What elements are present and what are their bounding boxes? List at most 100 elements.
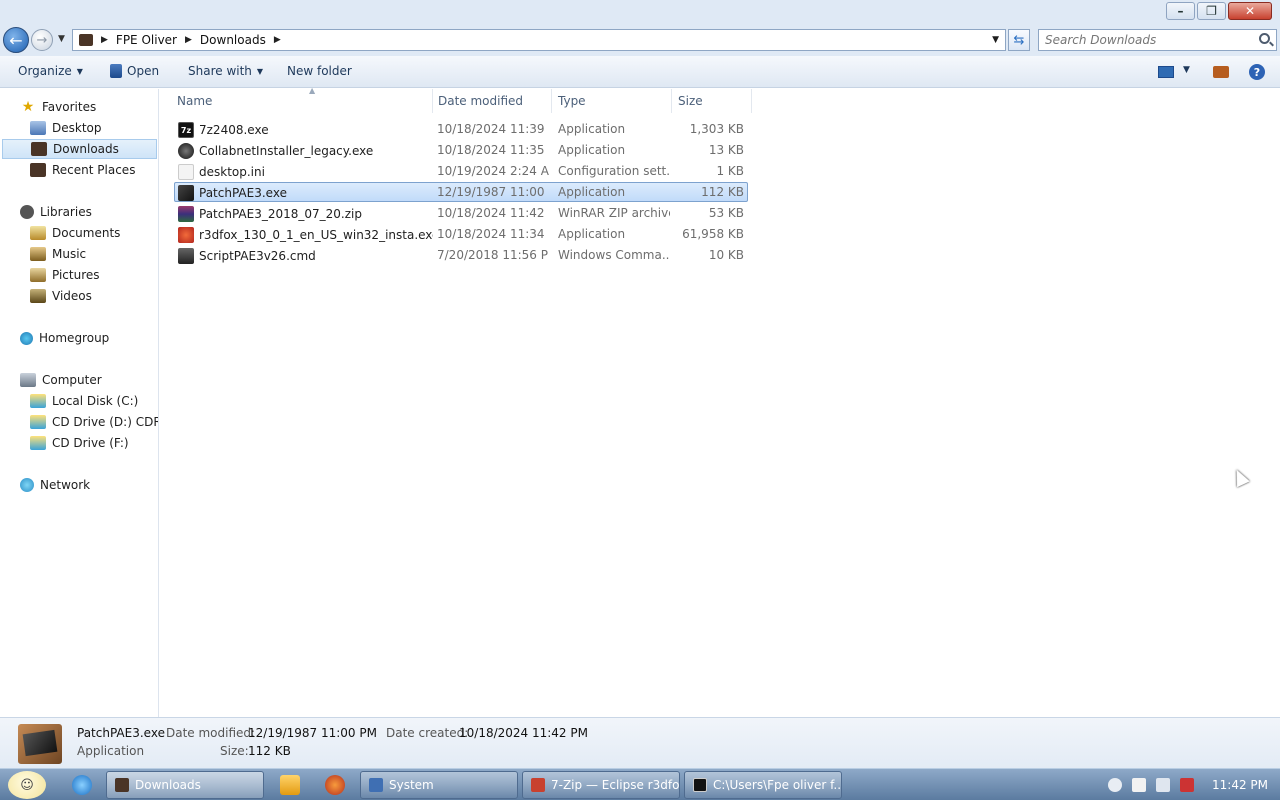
- file-type: Application: [558, 143, 626, 157]
- maximize-button[interactable]: ❐: [1197, 2, 1226, 20]
- new-folder-button[interactable]: New folder: [287, 64, 352, 78]
- breadcrumb-user[interactable]: FPE Oliver: [116, 33, 177, 47]
- column-header-label: Size: [678, 94, 703, 108]
- details-date-modified-label: Date modified:: [166, 726, 256, 740]
- firefox-icon[interactable]: [325, 775, 345, 795]
- sidebar-libraries-label: Libraries: [40, 205, 92, 219]
- open-button[interactable]: Open: [110, 64, 159, 78]
- back-button[interactable]: ←: [3, 27, 29, 53]
- sidebar-item-label: Recent Places: [52, 163, 136, 177]
- close-button[interactable]: ✕: [1228, 2, 1272, 20]
- taskbar-button-downloads[interactable]: Downloads: [106, 771, 264, 799]
- sidebar-network-label: Network: [40, 478, 91, 492]
- explorer-folder-icon: [115, 778, 129, 792]
- chevron-down-icon: ▼: [256, 66, 264, 76]
- file-row[interactable]: PatchPAE3_2018_07_20.zip 10/18/2024 11:4…: [174, 203, 748, 223]
- sidebar-item-recent-places[interactable]: Recent Places: [30, 160, 135, 180]
- sidebar-item-videos[interactable]: Videos: [30, 286, 92, 306]
- help-icon[interactable]: ?: [1249, 64, 1265, 80]
- sidebar-computer-label: Computer: [42, 373, 102, 387]
- action-center-flag-icon[interactable]: [1132, 778, 1146, 792]
- sidebar-item-music[interactable]: Music: [30, 244, 86, 264]
- recent-places-icon: [30, 163, 46, 177]
- column-header-date-modified[interactable]: Date modified: [432, 89, 552, 113]
- sidebar-computer[interactable]: Computer: [20, 370, 102, 390]
- file-thumbnail-icon: [18, 724, 62, 764]
- minimize-button[interactable]: –: [1166, 2, 1195, 20]
- clock[interactable]: 11:42 PM: [1212, 778, 1268, 792]
- sidebar-item-pictures[interactable]: Pictures: [30, 265, 100, 285]
- installer-icon: [178, 143, 194, 159]
- breadcrumb-separator-icon[interactable]: ▶: [274, 35, 281, 45]
- sidebar-item-local-disk-c[interactable]: Local Disk (C:): [30, 391, 138, 411]
- sidebar-item-cd-drive-d[interactable]: CD Drive (D:) CDROM: [30, 412, 158, 432]
- column-header-name[interactable]: Name ▲: [171, 86, 433, 113]
- taskbar-button-system[interactable]: System: [360, 771, 518, 799]
- search-box[interactable]: [1038, 29, 1277, 51]
- file-type: Application: [558, 185, 626, 199]
- file-row[interactable]: desktop.ini 10/19/2024 2:24 AM Configura…: [174, 161, 748, 181]
- network-status-icon[interactable]: [1156, 778, 1170, 792]
- sidebar-item-cd-drive-f[interactable]: CD Drive (F:): [30, 433, 129, 453]
- preview-pane-icon[interactable]: [1213, 66, 1229, 78]
- start-button[interactable]: ☺: [8, 771, 46, 799]
- change-view-icon[interactable]: [1158, 66, 1174, 78]
- file-row[interactable]: r3dfox_130_0_1_en_US_win32_insta.exe 10/…: [174, 224, 748, 244]
- taskbar-button-command-prompt[interactable]: C:\Users\Fpe oliver f...: [684, 771, 842, 799]
- address-bar[interactable]: ▶ FPE Oliver ▶ Downloads ▶ ▼: [72, 29, 1006, 51]
- sidebar-libraries[interactable]: Libraries: [20, 202, 92, 222]
- sidebar-favorites-label: Favorites: [42, 100, 97, 114]
- file-date: 10/18/2024 11:35 ...: [437, 143, 549, 157]
- file-name-cell: 7z 7z2408.exe: [178, 122, 433, 138]
- refresh-button[interactable]: ⇆: [1008, 29, 1030, 51]
- organize-button[interactable]: Organize ▼: [18, 64, 83, 78]
- documents-icon: [30, 226, 46, 240]
- column-header-size[interactable]: Size: [672, 89, 752, 113]
- search-input[interactable]: [1039, 30, 1239, 50]
- internet-explorer-icon[interactable]: [72, 775, 92, 795]
- file-row-selected[interactable]: PatchPAE3.exe 12/19/1987 11:00 ... Appli…: [174, 182, 748, 202]
- column-header-type[interactable]: Type: [552, 89, 672, 113]
- file-row[interactable]: 7z 7z2408.exe 10/18/2024 11:39 ... Applic…: [174, 119, 748, 139]
- volume-muted-icon[interactable]: [1180, 778, 1194, 792]
- details-file-name: PatchPAE3.exe: [77, 726, 165, 740]
- navigation-pane: ★ Favorites Desktop Downloads Recent Pla…: [0, 89, 159, 717]
- file-name: r3dfox_130_0_1_en_US_win32_insta.exe: [199, 228, 433, 242]
- sidebar-item-desktop[interactable]: Desktop: [30, 118, 102, 138]
- breadcrumb-separator-icon[interactable]: ▶: [185, 35, 192, 45]
- computer-icon: [20, 373, 36, 387]
- language-icon[interactable]: [1108, 778, 1122, 792]
- file-name: PatchPAE3.exe: [199, 186, 287, 200]
- r3dfox-icon: [178, 227, 194, 243]
- address-dropdown-icon[interactable]: ▼: [992, 35, 999, 45]
- taskbar-button-label: System: [389, 778, 434, 792]
- r3dfox-icon: [531, 778, 545, 792]
- forward-button[interactable]: →: [31, 29, 53, 51]
- sidebar-network[interactable]: Network: [20, 475, 90, 495]
- details-date-created-label: Date created:: [386, 726, 469, 740]
- chevron-down-icon: ▼: [76, 66, 83, 76]
- search-icon[interactable]: [1259, 33, 1270, 44]
- sidebar-item-label: Music: [52, 247, 87, 261]
- recent-pages-dropdown-icon[interactable]: ▼: [58, 34, 65, 44]
- file-size: 1 KB: [716, 164, 744, 178]
- file-row[interactable]: CollabnetInstaller_legacy.exe 10/18/2024…: [174, 140, 748, 160]
- view-options-dropdown-icon[interactable]: ▼: [1183, 65, 1190, 75]
- taskbar-button-label: C:\Users\Fpe oliver f...: [713, 778, 842, 792]
- sidebar-item-documents[interactable]: Documents: [30, 223, 120, 243]
- command-bar: Organize ▼ Open Share with ▼ New folder …: [0, 56, 1280, 88]
- taskbar-button-7zip-r3dfox[interactable]: 7-Zip — Eclipse r3dfox: [522, 771, 680, 799]
- cd-drive-icon: [30, 415, 46, 429]
- sidebar-item-downloads[interactable]: Downloads: [2, 139, 157, 159]
- file-type: Windows Comma...: [558, 248, 670, 262]
- media-player-icon[interactable]: [280, 775, 300, 795]
- breadcrumb-separator-icon[interactable]: ▶: [101, 35, 108, 45]
- details-file-type: Application: [77, 744, 145, 758]
- 7zip-icon: 7z: [178, 122, 194, 138]
- file-row[interactable]: ScriptPAE3v26.cmd 7/20/2018 11:56 PM Win…: [174, 245, 748, 265]
- homegroup-icon: [20, 331, 33, 345]
- share-with-button[interactable]: Share with ▼: [188, 64, 263, 78]
- breadcrumb-downloads[interactable]: Downloads: [200, 33, 266, 47]
- sidebar-favorites[interactable]: ★ Favorites: [20, 97, 97, 117]
- sidebar-homegroup[interactable]: Homegroup: [20, 328, 109, 348]
